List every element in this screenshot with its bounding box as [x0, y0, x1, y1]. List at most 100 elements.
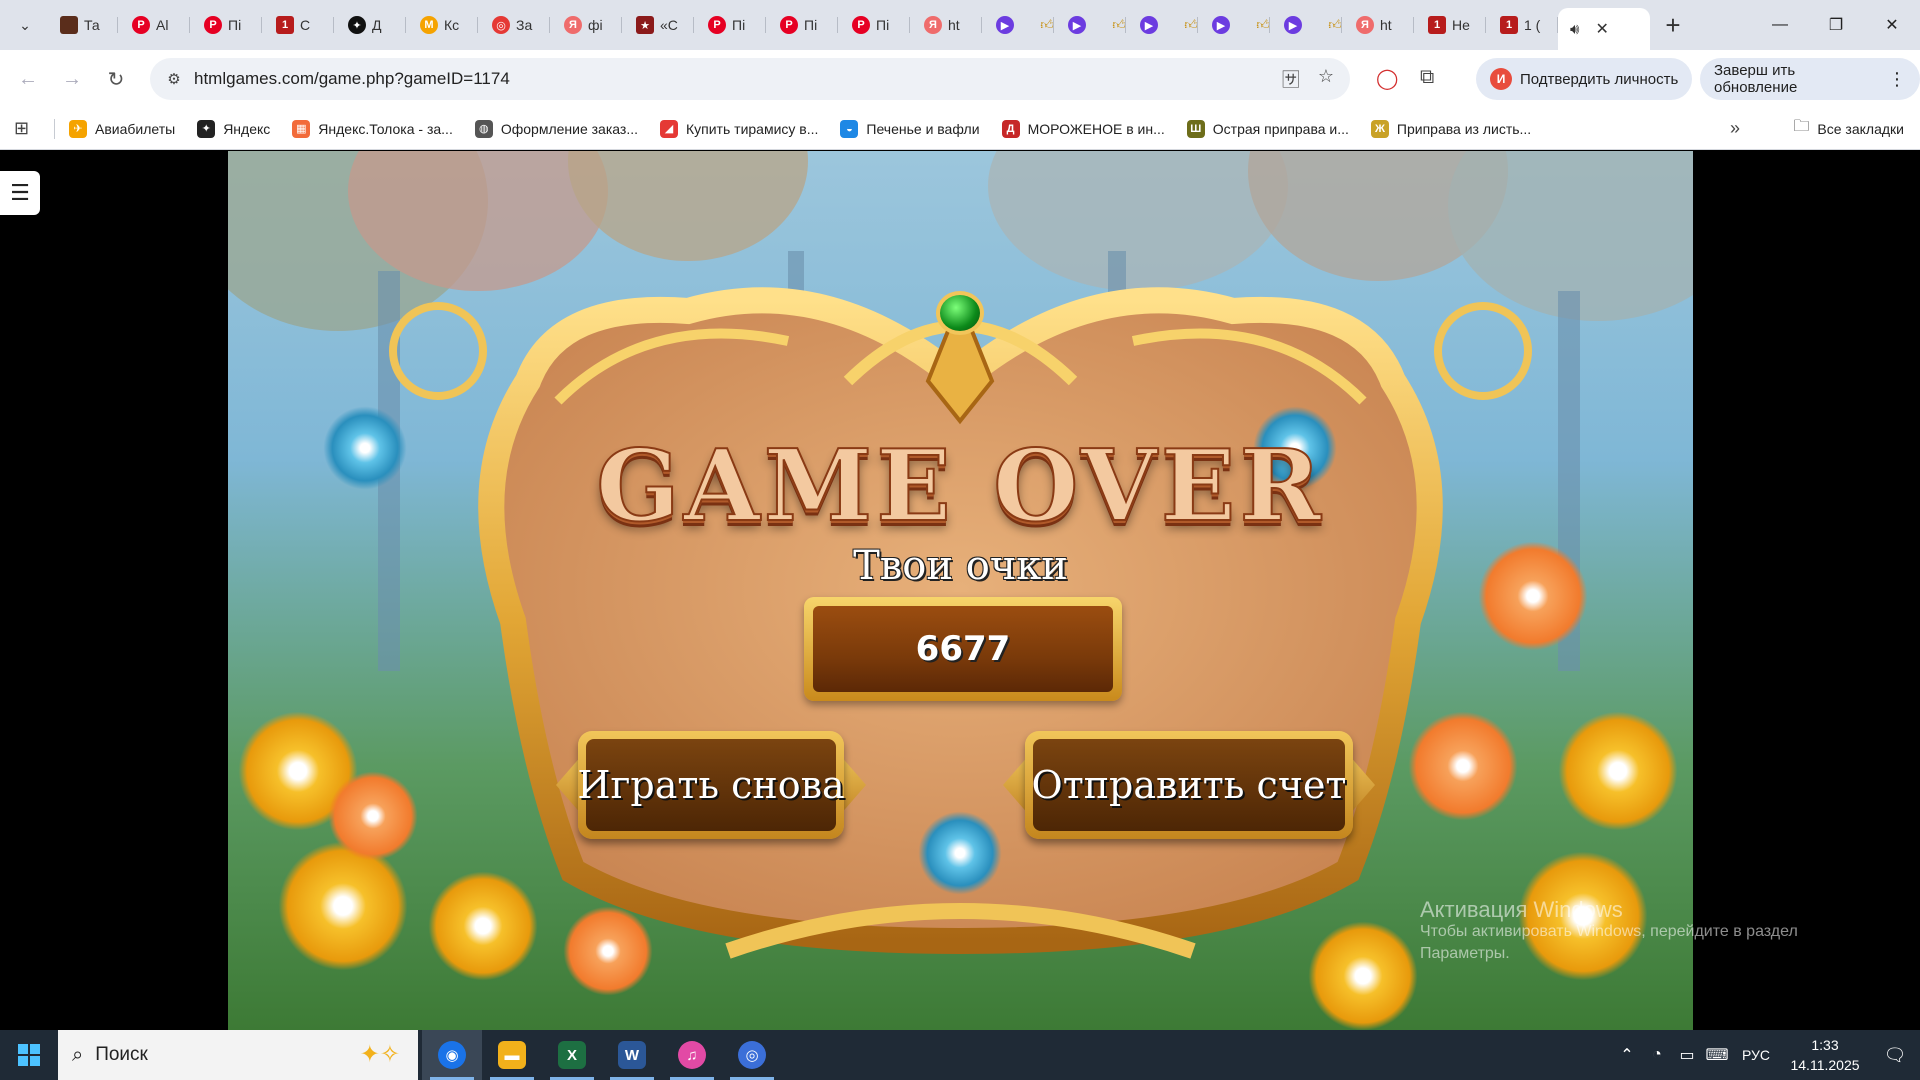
- bookmark-label: Острая приправа и...: [1212, 120, 1349, 137]
- bookmark-item[interactable]: ✈ Авиабилеты: [69, 119, 175, 138]
- tab-0[interactable]: Та: [46, 7, 118, 43]
- translate-icon[interactable]: 🈂︎: [1282, 66, 1300, 92]
- taskbar-app-explorer[interactable]: ▬: [482, 1030, 542, 1080]
- tab-12[interactable]: Яht: [910, 7, 982, 43]
- sunflower-icon: [278, 841, 408, 971]
- bookmark-favicon-icon: ◢: [660, 119, 678, 138]
- tab-favicon-icon: 1: [1428, 16, 1446, 34]
- bookmark-label: Яндекс.Толока - за...: [318, 120, 453, 137]
- tab-14[interactable]: ▶ 👍︎: [1054, 7, 1126, 43]
- clock[interactable]: 1:33 14.11.2025: [1780, 1035, 1870, 1075]
- tab-19[interactable]: 1 Не: [1414, 7, 1486, 43]
- address-bar[interactable]: ⚙ htmlgames.com/game.php?gameID=1174 🈂︎ …: [150, 58, 1350, 100]
- forward-button[interactable]: →: [50, 57, 94, 101]
- language-indicator[interactable]: РУС: [1732, 1047, 1780, 1063]
- taskbar-app-app[interactable]: ◎: [722, 1030, 782, 1080]
- tab-13[interactable]: ▶ 👍︎: [982, 7, 1054, 43]
- battery-icon[interactable]: ▭: [1672, 1045, 1702, 1065]
- taskbar-app-excel[interactable]: X: [542, 1030, 602, 1080]
- tab-11[interactable]: P Пі: [838, 7, 910, 43]
- tab-active-htmlgames[interactable]: 🔊︎ ✕: [1558, 8, 1650, 50]
- profile-avatar: И: [1490, 68, 1512, 90]
- tab-8[interactable]: ★ «С: [622, 7, 694, 43]
- close-tab-icon[interactable]: ✕: [1595, 19, 1608, 39]
- keyboard-icon[interactable]: ⌨: [1702, 1045, 1732, 1065]
- site-info-icon[interactable]: ⚙: [154, 70, 194, 88]
- play-again-button[interactable]: Играть снова: [556, 731, 866, 839]
- tab-9[interactable]: P Пі: [694, 7, 766, 43]
- apps-grid-icon[interactable]: ⊞: [14, 118, 40, 139]
- opera-extension-icon[interactable]: ◯: [1376, 66, 1398, 91]
- tab-label: Не: [1452, 17, 1470, 33]
- start-button[interactable]: [0, 1030, 58, 1080]
- orange-flower-icon: [1408, 711, 1518, 821]
- tab-7[interactable]: Яфі: [550, 7, 622, 43]
- bookmark-item[interactable]: Ш Острая приправа и...: [1186, 119, 1349, 138]
- bookmark-item[interactable]: Ж Приправа из листь...: [1370, 119, 1532, 138]
- taskbar-app-word[interactable]: W: [602, 1030, 662, 1080]
- tab-favicon-icon: [60, 16, 78, 34]
- tab-label: 1 (: [1524, 17, 1541, 33]
- tab-16[interactable]: ▶ 👍︎: [1198, 7, 1270, 43]
- new-tab-button[interactable]: +: [1656, 8, 1690, 42]
- hamburger-menu-button[interactable]: ☰: [0, 171, 40, 215]
- browser-toolbar: ← → ↻ ⚙ htmlgames.com/game.php?gameID=11…: [0, 50, 1920, 108]
- tab-label: фі: [588, 17, 603, 33]
- tab-label: С: [300, 17, 311, 33]
- tab-2[interactable]: P Пі: [190, 7, 262, 43]
- tab-6[interactable]: ◎ За: [478, 7, 550, 43]
- bookmark-favicon-icon: ✈: [69, 119, 87, 138]
- more-bookmarks-icon[interactable]: »: [1730, 118, 1740, 139]
- kebab-menu-icon[interactable]: ⋮: [1888, 69, 1906, 90]
- close-window-button[interactable]: ✕: [1864, 0, 1920, 50]
- all-bookmarks-button[interactable]: 🗀 Все закладки: [1793, 115, 1904, 142]
- tab-5[interactable]: M Кс: [406, 7, 478, 43]
- tab-strip: ⌄ Та P Al P Пі 1 С ✦ Д M Кс ◎ За Яфі ★ «С P Пі P Пі P Пі Яht ▶ 👍…: [0, 0, 1920, 50]
- tab-list: Та P Al P Пі 1 С ✦ Д M Кс ◎ За Яфі ★ «С P Пі P Пі P Пі Яht ▶ 👍︎ ▶…: [46, 0, 1558, 50]
- taskbar-search[interactable]: ⌕ Поиск ✦✧: [58, 1030, 418, 1080]
- tab-10[interactable]: P Пі: [766, 7, 838, 43]
- maximize-button[interactable]: ❐: [1808, 0, 1864, 50]
- tab-18[interactable]: Яht: [1342, 7, 1414, 43]
- reload-button[interactable]: ↻: [94, 57, 138, 101]
- verify-identity-button[interactable]: И Подтвердить личность: [1476, 58, 1693, 100]
- bookmark-star-icon[interactable]: ☆: [1318, 66, 1334, 92]
- minimize-button[interactable]: —: [1752, 0, 1808, 50]
- tab-1[interactable]: P Al: [118, 7, 190, 43]
- tab-search-button[interactable]: ⌄: [8, 8, 42, 42]
- bookmark-label: Приправа из листь...: [1396, 120, 1532, 137]
- score-value: 6677: [813, 606, 1113, 692]
- bookmark-item[interactable]: Д МОРОЖЕНОЕ в ин...: [1001, 119, 1165, 138]
- bookmark-label: МОРОЖЕНОЕ в ин...: [1027, 120, 1165, 137]
- tab-label: Al: [156, 17, 169, 33]
- submit-score-button[interactable]: Отправить счет: [1003, 731, 1375, 839]
- tab-17[interactable]: ▶ 👍︎: [1270, 7, 1342, 43]
- extensions-puzzle-icon[interactable]: ⧉: [1420, 66, 1434, 89]
- tab-favicon-icon: Я: [1356, 16, 1374, 34]
- clock-time: 1:33: [1811, 1037, 1839, 1053]
- tab-20[interactable]: 1 1 (: [1486, 7, 1558, 43]
- taskbar-app-chrome[interactable]: ◉: [422, 1030, 482, 1080]
- url-text[interactable]: htmlgames.com/game.php?gameID=1174: [194, 69, 1282, 89]
- tab-15[interactable]: ▶ 👍︎: [1126, 7, 1198, 43]
- tab-4[interactable]: ✦ Д: [334, 7, 406, 43]
- tray-chevron-up-icon[interactable]: ⌃: [1612, 1045, 1642, 1065]
- bookmark-item[interactable]: ◒ Печенье и вафли: [840, 119, 980, 138]
- bookmark-item[interactable]: ◍ Оформление заказ...: [474, 119, 638, 138]
- back-button[interactable]: ←: [6, 57, 50, 101]
- game-over-title: GAME OVER: [595, 428, 1325, 545]
- bookmark-item[interactable]: ◢ Купить тирамису в...: [660, 119, 819, 138]
- tab-label: Д: [372, 17, 382, 33]
- taskbar-app-itunes[interactable]: ♫: [662, 1030, 722, 1080]
- sunflower-icon: [1558, 711, 1678, 831]
- bookmark-item[interactable]: ▦ Яндекс.Толока - за...: [292, 119, 453, 138]
- orange-flower-icon: [328, 771, 418, 861]
- notifications-icon[interactable]: 🗨︎: [1870, 1045, 1920, 1066]
- bookmark-favicon-icon: Ж: [1370, 119, 1389, 138]
- network-icon[interactable]: ◔: [1642, 1046, 1672, 1064]
- bookmark-label: Купить тирамису в...: [686, 120, 819, 137]
- bookmark-item[interactable]: ✦ Яндекс: [197, 119, 270, 138]
- bookmark-favicon-icon: Ш: [1186, 119, 1205, 138]
- finish-update-button[interactable]: Заверш ить обновление ⋮: [1700, 58, 1920, 100]
- tab-3[interactable]: 1С: [262, 7, 334, 43]
